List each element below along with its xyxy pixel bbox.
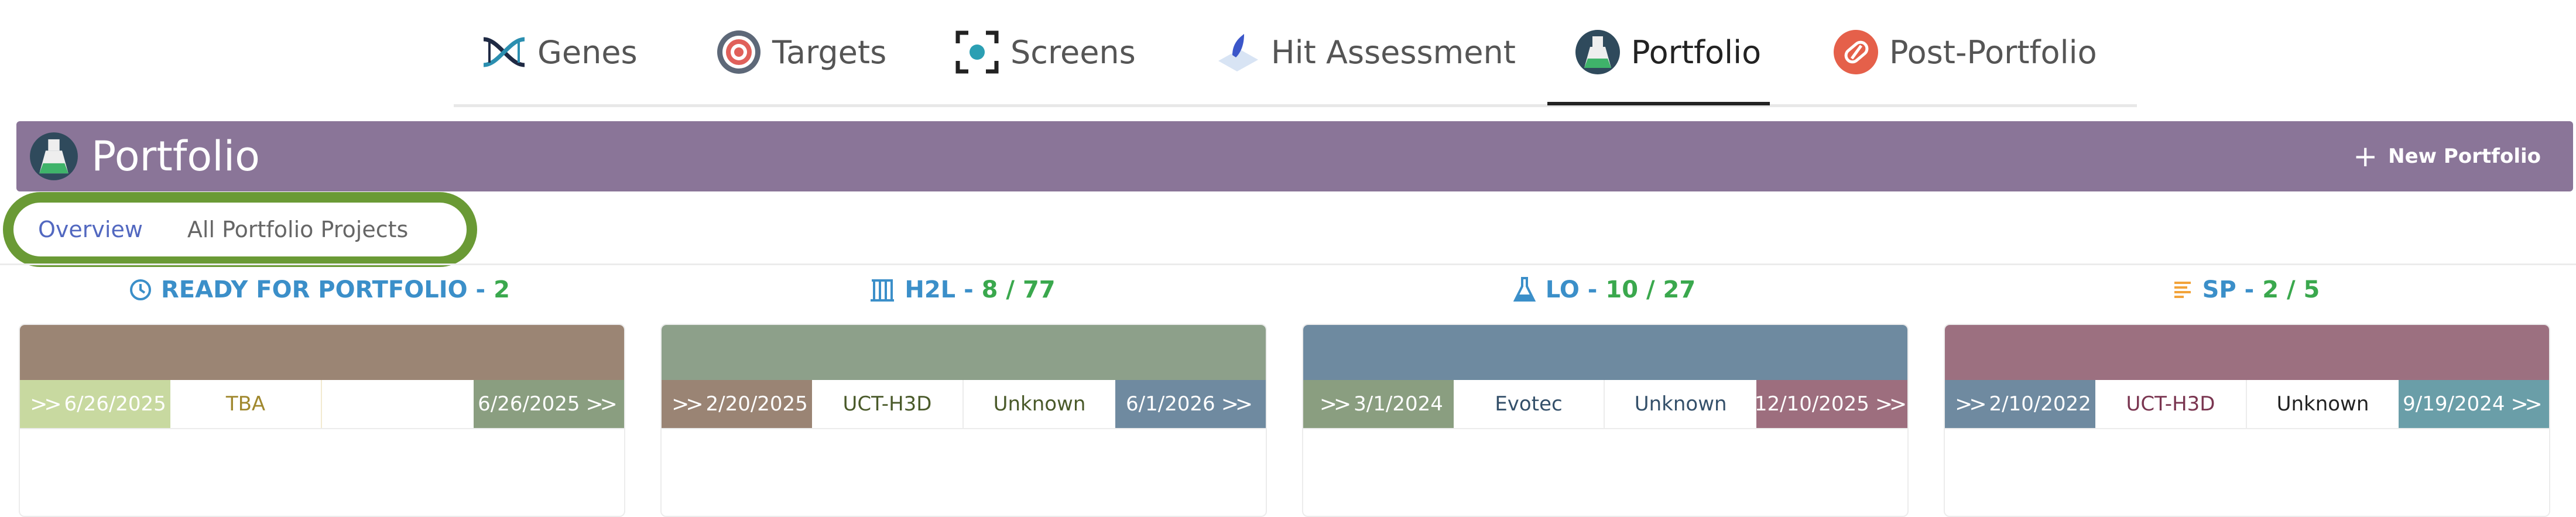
column-count: 8 / 77 bbox=[981, 276, 1056, 303]
column-header-h2l: H2L - 8 / 77 bbox=[659, 272, 1266, 307]
nav-hit-assessment-label: Hit Assessment bbox=[1271, 33, 1516, 71]
end-date-text: 6/1/2026 bbox=[1125, 392, 1215, 416]
end-date: 9/19/2024 >> bbox=[2399, 380, 2549, 428]
card-band bbox=[662, 325, 1266, 380]
chevron-right-icon: >> bbox=[672, 392, 703, 416]
nav-screens-label: Screens bbox=[1010, 33, 1136, 71]
start-date-text: 3/1/2024 bbox=[1354, 392, 1443, 416]
organization: Evotec bbox=[1454, 380, 1605, 428]
h2l-icon bbox=[869, 278, 895, 302]
nav-portfolio-label: Portfolio bbox=[1631, 33, 1762, 71]
portfolio-card-ready[interactable]: >> 6/26/2025 TBA 6/26/2025 >> bbox=[19, 324, 625, 517]
status: Unknown bbox=[993, 392, 1086, 416]
nav-screens[interactable]: Screens bbox=[954, 0, 1136, 104]
new-portfolio-label: New Portfolio bbox=[2388, 145, 2541, 168]
chevron-right-icon: >> bbox=[1319, 392, 1351, 416]
plus-icon: + bbox=[2353, 139, 2378, 173]
status bbox=[322, 380, 474, 428]
page-title: Portfolio bbox=[91, 132, 260, 180]
nav-targets[interactable]: Targets bbox=[716, 0, 886, 104]
column-label: SP - bbox=[2202, 276, 2255, 303]
organization: UCT-H3D bbox=[2095, 380, 2247, 428]
hit-assessment-icon bbox=[1215, 29, 1260, 75]
chevron-right-icon: >> bbox=[1221, 392, 1253, 416]
nav-genes-label: Genes bbox=[537, 33, 638, 71]
column-count: 10 / 27 bbox=[1605, 276, 1696, 303]
card-band bbox=[20, 325, 624, 380]
nav-targets-label: Targets bbox=[772, 33, 887, 71]
end-date-text: 6/26/2025 bbox=[478, 392, 580, 416]
chevron-right-icon: >> bbox=[1875, 392, 1907, 416]
column-header-ready-for-portfolio: READY FOR PORTFOLIO - 2 bbox=[16, 272, 623, 307]
organization: UCT-H3D bbox=[812, 380, 964, 428]
chevron-right-icon: >> bbox=[585, 392, 618, 416]
flask-icon bbox=[1513, 277, 1536, 303]
status: Unknown bbox=[2276, 392, 2369, 416]
column-label: H2L - bbox=[905, 276, 974, 303]
start-date: >> 2/20/2025 bbox=[662, 380, 812, 428]
tab-all-portfolio-projects[interactable]: All Portfolio Projects bbox=[187, 217, 408, 242]
start-date-text: 2/20/2025 bbox=[705, 392, 808, 416]
divider bbox=[0, 263, 2576, 265]
nav-genes[interactable]: Genes bbox=[481, 0, 638, 104]
start-date: >> 6/26/2025 bbox=[20, 380, 170, 428]
column-label: LO - bbox=[1545, 276, 1598, 303]
column-label: READY FOR PORTFOLIO - bbox=[160, 276, 486, 303]
column-count: 2 bbox=[494, 276, 510, 303]
start-date-text: 6/26/2025 bbox=[64, 392, 166, 416]
start-date: >> 2/10/2022 bbox=[1945, 380, 2095, 428]
portfolio-card-h2l[interactable]: >> 2/20/2025 UCT-H3D Unknown 6/1/2026 >> bbox=[660, 324, 1267, 517]
card-timeline-row: >> 6/26/2025 TBA 6/26/2025 >> bbox=[20, 380, 624, 429]
chevron-right-icon: >> bbox=[1955, 392, 1986, 416]
start-date-text: 2/10/2022 bbox=[1989, 392, 2091, 416]
sub-tabs: Overview All Portfolio Projects bbox=[3, 192, 477, 267]
chevron-right-icon: >> bbox=[30, 392, 61, 416]
target-icon bbox=[716, 29, 762, 75]
card-timeline-row: >> 2/20/2025 UCT-H3D Unknown 6/1/2026 >> bbox=[662, 380, 1266, 429]
chevron-right-icon: >> bbox=[2510, 392, 2543, 416]
card-band bbox=[1945, 325, 2549, 380]
post-portfolio-icon bbox=[1833, 29, 1879, 75]
active-tab-indicator bbox=[1547, 102, 1770, 105]
column-count: 2 / 5 bbox=[2262, 276, 2320, 303]
sp-icon bbox=[2172, 279, 2193, 300]
status: Unknown bbox=[1634, 392, 1727, 416]
end-date-text: 9/19/2024 bbox=[2403, 392, 2505, 416]
dna-icon bbox=[481, 29, 527, 75]
portfolio-icon bbox=[1575, 29, 1621, 75]
nav-post-portfolio-label: Post-Portfolio bbox=[1889, 33, 2097, 71]
end-date: 6/26/2025 >> bbox=[474, 380, 624, 428]
card-timeline-row: >> 3/1/2024 Evotec Unknown 12/10/2025 >> bbox=[1303, 380, 1907, 429]
portfolio-card-sp[interactable]: >> 2/10/2022 UCT-H3D Unknown 9/19/2024 >… bbox=[1944, 324, 2550, 517]
screen-icon bbox=[954, 29, 1000, 75]
clock-icon bbox=[129, 279, 152, 301]
end-date: 12/10/2025 >> bbox=[1754, 380, 1907, 428]
end-date: 6/1/2026 >> bbox=[1115, 380, 1266, 428]
column-header-lo: LO - 10 / 27 bbox=[1301, 272, 1907, 307]
top-navigation: Genes Targets Screens Hit Assessment Por… bbox=[454, 0, 2137, 107]
organization: TBA bbox=[170, 380, 322, 428]
nav-portfolio[interactable]: Portfolio bbox=[1575, 0, 1761, 104]
card-timeline-row: >> 2/10/2022 UCT-H3D Unknown 9/19/2024 >… bbox=[1945, 380, 2549, 429]
nav-post-portfolio[interactable]: Post-Portfolio bbox=[1833, 0, 2097, 104]
tab-overview[interactable]: Overview bbox=[38, 217, 143, 242]
nav-hit-assessment[interactable]: Hit Assessment bbox=[1215, 0, 1516, 104]
column-header-sp: SP - 2 / 5 bbox=[1943, 272, 2549, 307]
portfolio-card-lo[interactable]: >> 3/1/2024 Evotec Unknown 12/10/2025 >> bbox=[1302, 324, 1909, 517]
end-date-text: 12/10/2025 bbox=[1754, 392, 1869, 416]
start-date: >> 3/1/2024 bbox=[1303, 380, 1454, 428]
card-band bbox=[1303, 325, 1907, 380]
page-header: Portfolio + New Portfolio bbox=[16, 121, 2573, 191]
portfolio-icon bbox=[29, 132, 78, 181]
new-portfolio-button[interactable]: + New Portfolio bbox=[2353, 138, 2541, 175]
